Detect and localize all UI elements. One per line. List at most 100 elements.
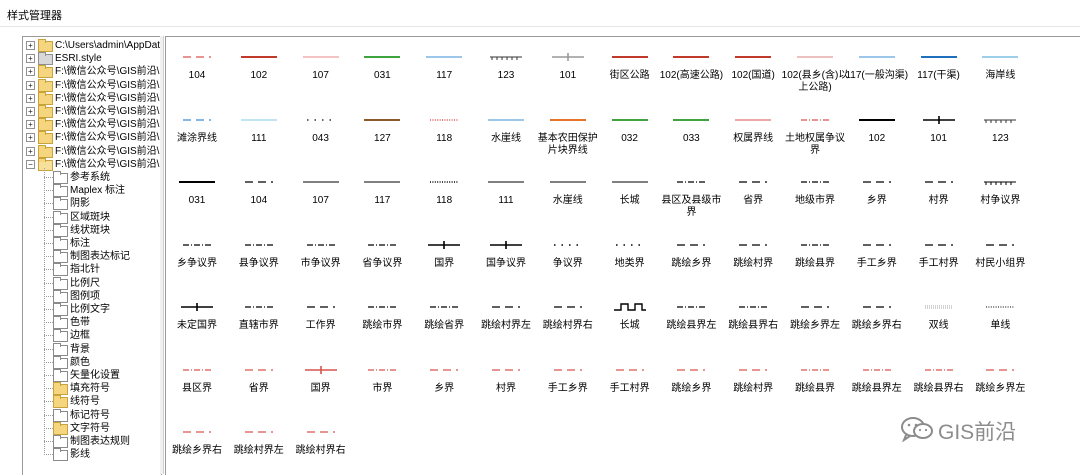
symbol-item[interactable]: 国争议界 xyxy=(476,229,536,289)
symbol-item[interactable]: 双线 xyxy=(909,291,969,351)
symbol-item[interactable]: 033 xyxy=(661,104,721,164)
symbol-item[interactable]: 单线 xyxy=(970,291,1030,351)
symbol-item[interactable]: 村界 xyxy=(476,354,536,414)
symbol-item[interactable]: 地级市界 xyxy=(785,166,845,226)
expand-icon[interactable]: + xyxy=(26,107,35,116)
symbol-item[interactable]: 国界 xyxy=(414,229,474,289)
symbol-item[interactable]: 未定国界 xyxy=(167,291,227,351)
symbol-item[interactable]: 手工村界 xyxy=(909,229,969,289)
symbol-item[interactable]: 直辖市界 xyxy=(229,291,289,351)
symbol-item[interactable]: 市争议界 xyxy=(291,229,351,289)
symbol-item[interactable]: 跳绘县界左 xyxy=(847,354,907,414)
expand-icon[interactable]: + xyxy=(26,41,35,50)
symbol-item[interactable]: 国界 xyxy=(291,354,351,414)
symbol-item[interactable]: 省界 xyxy=(723,166,783,226)
symbol-item[interactable]: 111 xyxy=(229,104,289,164)
symbol-item[interactable]: 跳绘县界 xyxy=(785,229,845,289)
symbol-item[interactable]: 争议界 xyxy=(538,229,598,289)
symbol-item[interactable]: 跳绘乡界左 xyxy=(970,354,1030,414)
symbol-item[interactable]: 跳绘乡界左 xyxy=(785,291,845,351)
expand-icon[interactable]: + xyxy=(26,93,35,103)
expand-icon[interactable]: + xyxy=(26,67,35,77)
symbol-item[interactable]: 长城 xyxy=(600,291,660,351)
symbol-item[interactable]: 跳绘村界 xyxy=(723,354,783,414)
symbol-item[interactable]: 123 xyxy=(476,41,536,101)
symbol-item[interactable]: 跳绘村界右 xyxy=(291,416,351,476)
symbol-item[interactable]: 村界 xyxy=(909,166,969,226)
symbol-item[interactable]: 村民小组界 xyxy=(970,229,1030,289)
symbol-item[interactable]: 跳绘市界 xyxy=(352,291,412,351)
symbol-grid[interactable]: 104 102 107 031 117 123 101 街区公路 102(高速公路) 102(国道… xyxy=(165,36,1080,475)
symbol-item[interactable]: 乡界 xyxy=(847,166,907,226)
symbol-item[interactable]: 基本农田保护片块界线 xyxy=(538,104,598,164)
symbol-item[interactable]: 跳绘乡界右 xyxy=(847,291,907,351)
expand-icon[interactable]: + xyxy=(26,133,35,143)
symbol-item[interactable]: 107 xyxy=(291,166,351,226)
symbol-item[interactable]: 104 xyxy=(167,41,227,101)
symbol-item[interactable]: 跳绘乡界 xyxy=(661,354,721,414)
symbol-item[interactable]: 102 xyxy=(229,41,289,101)
symbol-item[interactable]: 跳绘乡界 xyxy=(661,229,721,289)
symbol-item[interactable]: 滩涂界线 xyxy=(167,104,227,164)
symbol-item[interactable]: 107 xyxy=(291,41,351,101)
symbol-item[interactable]: 土地权属争议界 xyxy=(785,104,845,164)
symbol-item[interactable]: 工作界 xyxy=(291,291,351,351)
symbol-item[interactable]: 街区公路 xyxy=(600,41,660,101)
symbol-item[interactable]: 123 xyxy=(970,104,1030,164)
symbol-item[interactable]: 117 xyxy=(414,41,474,101)
symbol-item[interactable]: 跳绘村界 xyxy=(723,229,783,289)
symbol-item[interactable]: 地类界 xyxy=(600,229,660,289)
symbol-item[interactable]: 手工乡界 xyxy=(538,354,598,414)
symbol-item[interactable]: 102(县乡(含)以上公路) xyxy=(782,41,848,101)
symbol-item[interactable]: 跳绘乡界右 xyxy=(167,416,227,476)
symbol-item[interactable]: 跳绘村界右 xyxy=(538,291,598,351)
symbol-item[interactable]: 县区及县级市界 xyxy=(661,166,721,226)
symbol-item[interactable]: 127 xyxy=(352,104,412,164)
symbol-item[interactable]: 跳绘省界 xyxy=(414,291,474,351)
symbol-item[interactable]: 043 xyxy=(291,104,351,164)
symbol-item[interactable]: 跳绘村界左 xyxy=(229,416,289,476)
symbol-item[interactable]: 乡争议界 xyxy=(167,229,227,289)
style-tree[interactable]: + C:\Users\admin\AppData\ + ESRI.style + F:\微… xyxy=(22,36,162,475)
symbol-item[interactable]: 手工村界 xyxy=(600,354,660,414)
symbol-item[interactable]: 101 xyxy=(909,104,969,164)
symbol-item[interactable]: 县区界 xyxy=(167,354,227,414)
symbol-item[interactable]: 水崖线 xyxy=(538,166,598,226)
symbol-item[interactable]: 102(高速公路) xyxy=(660,41,723,101)
symbol-item[interactable]: 101 xyxy=(538,41,598,101)
symbol-item[interactable]: 权属界线 xyxy=(723,104,783,164)
symbol-item[interactable]: 跳绘县界右 xyxy=(909,354,969,414)
symbol-item[interactable]: 市界 xyxy=(352,354,412,414)
symbol-item[interactable]: 118 xyxy=(414,166,474,226)
symbol-item[interactable]: 117(一般沟渠) xyxy=(845,41,908,101)
symbol-item[interactable]: 跳绘县界 xyxy=(785,354,845,414)
symbol-item[interactable]: 104 xyxy=(229,166,289,226)
symbol-item[interactable]: 水崖线 xyxy=(476,104,536,164)
symbol-item[interactable]: 长城 xyxy=(600,166,660,226)
symbol-item[interactable]: 117 xyxy=(352,166,412,226)
symbol-item[interactable]: 102 xyxy=(847,104,907,164)
symbol-item[interactable]: 县争议界 xyxy=(229,229,289,289)
symbol-item[interactable]: 跳绘县界左 xyxy=(661,291,721,351)
symbol-item[interactable]: 村争议界 xyxy=(970,166,1030,226)
tree-scrollbar[interactable] xyxy=(160,36,164,474)
symbol-item[interactable]: 111 xyxy=(476,166,536,226)
symbol-item[interactable]: 省争议界 xyxy=(352,229,412,289)
expand-icon[interactable]: + xyxy=(26,54,35,64)
symbol-item[interactable]: 117(干渠) xyxy=(909,41,969,101)
expand-icon[interactable]: + xyxy=(26,120,35,130)
expand-icon[interactable]: + xyxy=(26,146,35,156)
symbol-item[interactable]: 031 xyxy=(352,41,412,101)
symbol-item[interactable]: 海岸线 xyxy=(970,41,1030,101)
symbol-item[interactable]: 跳绘村界左 xyxy=(476,291,536,351)
symbol-item[interactable]: 118 xyxy=(414,104,474,164)
symbol-item[interactable]: 手工乡界 xyxy=(847,229,907,289)
symbol-item[interactable]: 省界 xyxy=(229,354,289,414)
symbol-item[interactable]: 跳绘县界右 xyxy=(723,291,783,351)
symbol-item[interactable]: 乡界 xyxy=(414,354,474,414)
expand-icon[interactable]: + xyxy=(26,80,35,90)
symbol-item[interactable]: 032 xyxy=(600,104,660,164)
collapse-icon[interactable]: − xyxy=(26,159,35,169)
symbol-item[interactable]: 031 xyxy=(167,166,227,226)
symbol-item[interactable]: 102(国道) xyxy=(723,41,783,101)
